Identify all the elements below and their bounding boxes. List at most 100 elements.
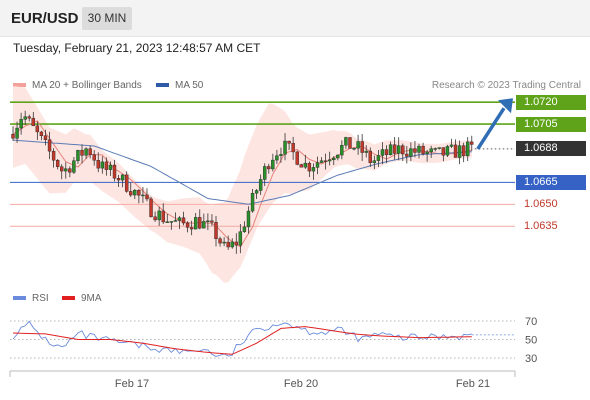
candle — [275, 155, 279, 161]
candle — [344, 137, 348, 146]
candle — [137, 190, 141, 196]
candle — [177, 217, 182, 221]
price-tag-1.0688: 1.0688 — [516, 141, 586, 157]
candle — [449, 144, 454, 147]
bollinger-bands — [13, 86, 472, 283]
candle — [466, 141, 470, 157]
candle — [47, 139, 52, 152]
candle — [461, 145, 466, 157]
candle — [19, 119, 23, 129]
candle — [263, 166, 267, 180]
rsi-tick-label: 30 — [525, 353, 537, 365]
candle — [311, 167, 316, 172]
legend-rsi-ma: 9MA — [62, 293, 102, 304]
candle — [92, 154, 96, 161]
forecast-arrow — [476, 107, 506, 150]
candle — [254, 190, 259, 194]
candle — [202, 221, 206, 229]
candle — [401, 145, 405, 155]
price-tag-1.0705: 1.0705 — [516, 116, 586, 132]
legend-rsi-label: RSI — [32, 293, 49, 304]
candle — [234, 241, 239, 246]
candle — [185, 222, 190, 228]
candle — [287, 140, 291, 144]
candle — [189, 227, 194, 230]
candle — [133, 190, 137, 196]
candle — [376, 155, 381, 161]
candle — [453, 144, 458, 158]
candle — [60, 166, 64, 172]
candle — [295, 151, 299, 165]
candle — [157, 210, 161, 221]
candle — [409, 148, 413, 157]
candle — [169, 221, 174, 223]
candle — [43, 135, 48, 140]
candle — [360, 141, 364, 153]
candle — [112, 164, 117, 179]
candle — [384, 149, 389, 156]
candle — [352, 148, 356, 150]
candle — [283, 140, 287, 155]
candle — [51, 150, 56, 161]
rsi-line — [12, 320, 472, 357]
x-tick-label: Feb 21 — [456, 378, 490, 390]
candle — [291, 143, 295, 153]
candle — [299, 164, 303, 168]
candle — [108, 164, 113, 170]
candle — [246, 210, 251, 228]
price-tag-1.0720: 1.0720 — [516, 94, 586, 110]
price-tag-1.0665: 1.0665 — [516, 174, 586, 190]
x-tick-label: Feb 17 — [115, 378, 149, 390]
candle — [68, 168, 72, 173]
price-tag-1.0650: 1.0650 — [524, 197, 558, 210]
candle — [279, 154, 283, 156]
candle — [315, 162, 320, 168]
candle — [39, 131, 44, 136]
candle — [206, 220, 210, 223]
candle — [250, 192, 255, 212]
candle — [392, 144, 397, 154]
candle — [193, 217, 198, 230]
candle — [441, 147, 446, 156]
candle — [332, 157, 336, 161]
candle — [425, 151, 429, 154]
candle — [226, 241, 230, 248]
candle — [267, 166, 271, 170]
candle — [421, 145, 425, 154]
candle — [55, 160, 60, 167]
candle — [364, 150, 368, 153]
candle — [319, 160, 324, 163]
candle — [210, 220, 214, 223]
candle — [348, 137, 352, 149]
candle — [165, 221, 169, 224]
candle — [368, 150, 372, 163]
candle — [153, 216, 157, 221]
candle — [15, 127, 19, 139]
candle — [35, 125, 40, 133]
candle — [27, 116, 31, 119]
candle — [173, 220, 178, 222]
candle — [271, 159, 275, 170]
candle — [433, 148, 437, 150]
candle — [327, 159, 332, 162]
candle — [96, 160, 100, 169]
candle — [129, 191, 133, 196]
legend-rsi-ma-label: 9MA — [81, 293, 102, 304]
candle — [76, 150, 80, 161]
candle — [429, 148, 433, 153]
candle — [380, 149, 385, 156]
rsi-tick-label: 50 — [525, 335, 537, 347]
candle — [222, 241, 226, 244]
candle — [242, 226, 247, 232]
candle — [72, 160, 76, 173]
candle — [214, 222, 218, 239]
price-chart: 70 50 30 Feb 17 Feb 20 Feb 21 — [9, 86, 537, 390]
candle — [413, 148, 417, 153]
rsi-swatch — [13, 296, 26, 301]
candle — [120, 174, 125, 181]
candle — [116, 178, 121, 181]
candle — [336, 154, 340, 159]
candle — [149, 198, 153, 218]
candle — [230, 241, 234, 248]
candle — [124, 174, 129, 192]
